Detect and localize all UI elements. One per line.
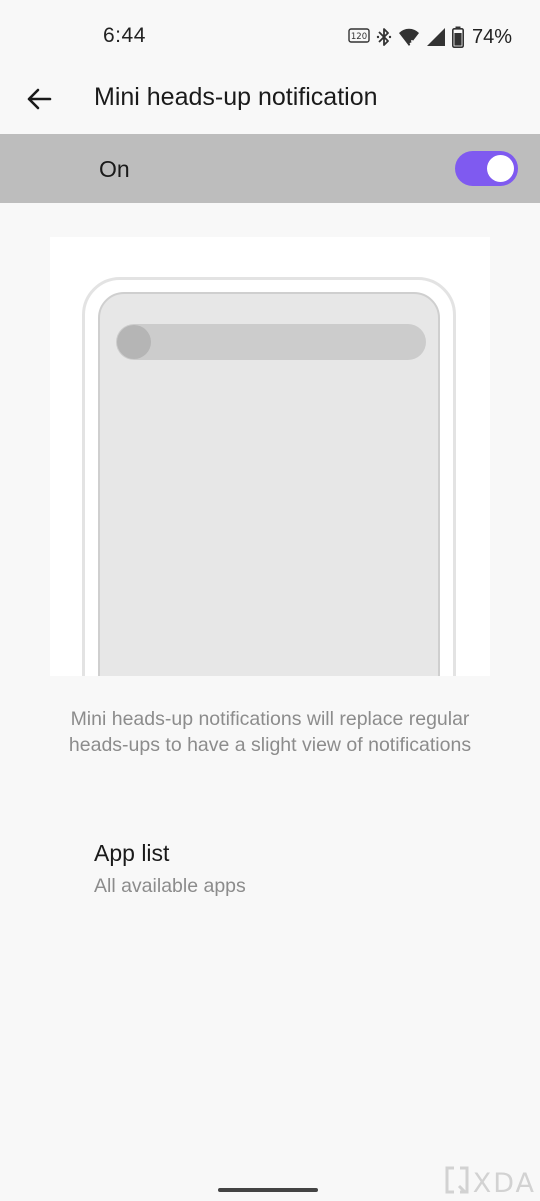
- app-list-item[interactable]: App list All available apps: [0, 825, 540, 915]
- app-list-subtitle: All available apps: [94, 875, 246, 897]
- toolbar: Mini heads-up notification: [0, 72, 540, 134]
- master-switch-label: On: [99, 156, 130, 182]
- app-list-title: App list: [94, 840, 170, 866]
- xda-logo-icon: [445, 1166, 469, 1201]
- battery-percent: 74%: [471, 25, 512, 48]
- phone-frame: [82, 277, 456, 676]
- preview-illustration: [50, 237, 490, 676]
- refresh-rate-text: 120: [351, 32, 367, 42]
- toggle-knob: [487, 155, 514, 182]
- status-time: 6:44: [103, 24, 146, 47]
- feature-description: Mini heads-up notifications will replace…: [68, 708, 472, 756]
- cellular-signal-icon: [426, 27, 446, 47]
- watermark-text: XDA: [472, 1168, 536, 1199]
- wifi-icon: [398, 27, 420, 47]
- mini-notification-pill: [116, 324, 426, 360]
- xda-watermark: XDA: [445, 1166, 536, 1201]
- status-icons: 120 74%: [348, 24, 512, 50]
- master-toggle[interactable]: [455, 151, 518, 186]
- page-title: Mini heads-up notification: [94, 83, 378, 111]
- master-switch-row[interactable]: On: [0, 134, 540, 203]
- phone-screen: [98, 292, 440, 676]
- bluetooth-icon: [376, 26, 392, 48]
- gesture-navigation-bar[interactable]: [218, 1188, 318, 1192]
- notification-app-icon: [117, 325, 151, 359]
- back-arrow-icon: [26, 87, 52, 116]
- refresh-rate-icon: 120: [348, 28, 370, 46]
- status-bar: 6:44 120 74%: [0, 0, 540, 72]
- battery-icon: [451, 26, 464, 48]
- back-button[interactable]: [20, 82, 58, 120]
